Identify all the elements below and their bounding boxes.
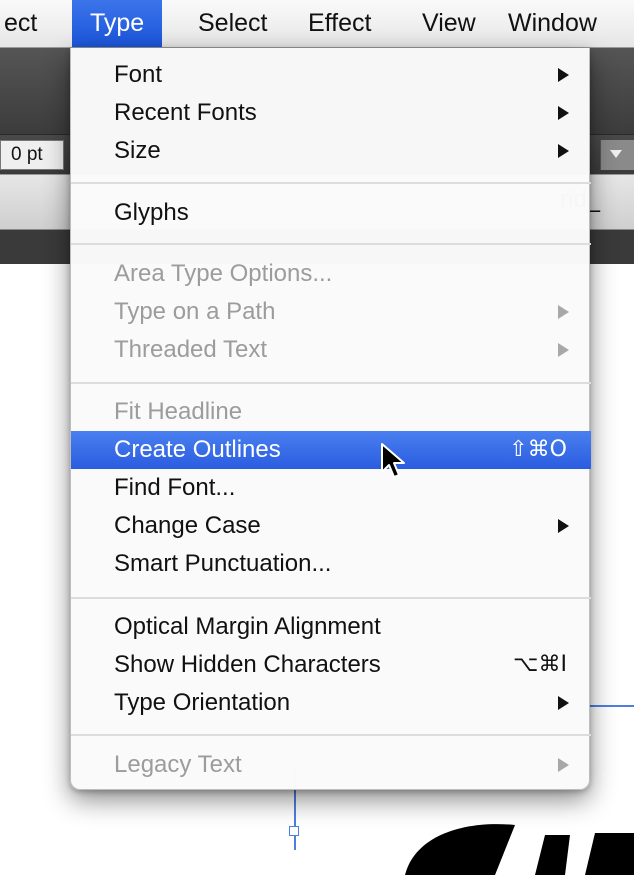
- artwork-text-shapes: [405, 824, 634, 875]
- submenu-arrow-icon: [558, 144, 569, 158]
- menu-item-label: Create Outlines: [114, 436, 281, 463]
- menu-separator: [71, 182, 591, 184]
- menu-item-threaded-text: Threaded Text: [71, 331, 591, 369]
- submenu-arrow-icon: [558, 758, 569, 772]
- menu-item-shortcut: ⇧⌘O: [509, 437, 567, 462]
- menu-item-size[interactable]: Size: [71, 132, 591, 170]
- menu-item-type-on-a-path: Type on a Path: [71, 293, 591, 331]
- menu-item-legacy-text: Legacy Text: [71, 746, 591, 784]
- menu-item-label: Type Orientation: [114, 689, 291, 716]
- menu-item-font[interactable]: Font: [71, 56, 591, 94]
- menu-item-label: Smart Punctuation...: [114, 550, 332, 577]
- menu-item-label: Area Type Options...: [114, 260, 333, 287]
- menubar-item-effect[interactable]: Effect: [308, 0, 371, 47]
- menu-item-label: Font: [114, 61, 163, 88]
- guide-line-horizontal: [590, 705, 634, 707]
- menubar-item-view[interactable]: View: [422, 0, 476, 47]
- menubar-item-object[interactable]: ect: [0, 0, 41, 47]
- menu-separator: [71, 243, 591, 245]
- menubar-item-select[interactable]: Select: [198, 0, 267, 47]
- menu-bar: ect Type Select Effect View Window: [0, 0, 634, 48]
- submenu-arrow-icon: [558, 68, 569, 82]
- dropdown-arrow-icon: [610, 150, 622, 158]
- menu-item-shortcut: ⌥⌘I: [513, 652, 567, 677]
- menu-item-label: Threaded Text: [114, 336, 267, 363]
- menu-item-find-font[interactable]: Find Font...: [71, 469, 591, 507]
- menu-item-label: Recent Fonts: [114, 99, 257, 126]
- submenu-arrow-icon: [558, 343, 569, 357]
- menu-item-label: Optical Margin Alignment: [114, 613, 381, 640]
- menu-item-show-hidden-characters[interactable]: Show Hidden Characters ⌥⌘I: [71, 646, 591, 684]
- menubar-item-type[interactable]: Type: [72, 0, 163, 47]
- menu-item-label: Glyphs: [114, 199, 189, 226]
- stroke-weight-field[interactable]: 0 pt: [0, 140, 64, 170]
- submenu-arrow-icon: [558, 305, 569, 319]
- menu-item-optical-margin-alignment[interactable]: Optical Margin Alignment: [71, 608, 591, 646]
- menu-separator: [71, 597, 591, 599]
- submenu-arrow-icon: [558, 696, 569, 710]
- mouse-pointer-icon: [381, 443, 405, 478]
- anchor-point-handle[interactable]: [289, 826, 299, 836]
- menu-item-type-orientation[interactable]: Type Orientation: [71, 684, 591, 722]
- menu-item-area-type-options: Area Type Options...: [71, 255, 591, 293]
- menu-item-smart-punctuation[interactable]: Smart Punctuation...: [71, 545, 591, 583]
- menu-item-label: Fit Headline: [114, 398, 243, 425]
- menu-item-label: Legacy Text: [114, 751, 242, 778]
- menu-item-change-case[interactable]: Change Case: [71, 507, 591, 545]
- menubar-item-window[interactable]: Window: [508, 0, 597, 47]
- menu-item-glyphs[interactable]: Glyphs: [71, 194, 591, 232]
- type-menu-dropdown: Font Recent Fonts Size Glyphs Area Type …: [70, 48, 591, 790]
- menu-separator: [71, 734, 591, 736]
- menu-item-label: Change Case: [114, 512, 261, 539]
- submenu-arrow-icon: [558, 106, 569, 120]
- menu-item-fit-headline: Fit Headline: [71, 393, 591, 431]
- submenu-arrow-icon: [558, 519, 569, 533]
- menu-item-label: Show Hidden Characters: [114, 651, 381, 678]
- menu-item-label: Type on a Path: [114, 298, 276, 325]
- menu-item-create-outlines[interactable]: Create Outlines ⇧⌘O: [71, 431, 591, 469]
- menu-separator: [71, 382, 591, 384]
- menu-item-recent-fonts[interactable]: Recent Fonts: [71, 94, 591, 132]
- menu-item-label: Find Font...: [114, 474, 236, 501]
- menu-item-label: Size: [114, 137, 161, 164]
